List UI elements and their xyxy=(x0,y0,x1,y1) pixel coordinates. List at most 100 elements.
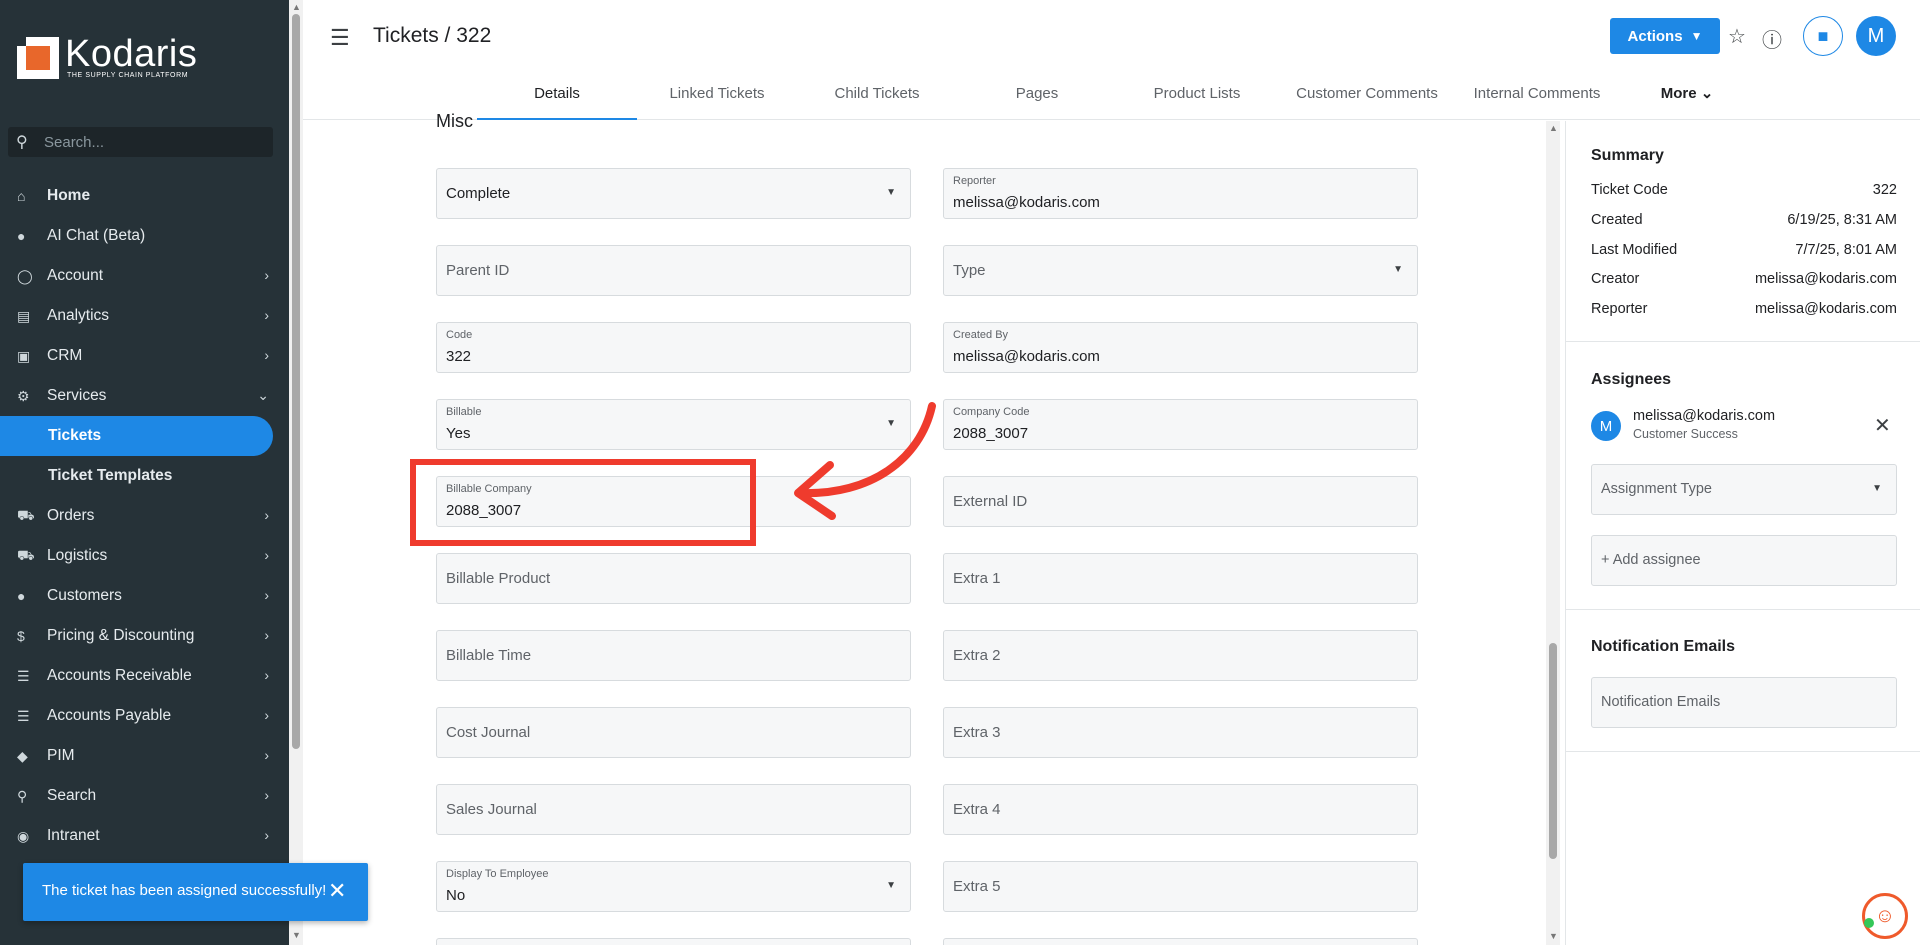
extra-2-field[interactable]: Extra 2 xyxy=(943,630,1418,681)
field-placeholder: Assignment Type xyxy=(1601,481,1712,497)
form-scroll-thumb[interactable] xyxy=(1549,643,1557,859)
ai-bot-button[interactable]: ■ xyxy=(1803,16,1843,56)
sidebar-item-logistics[interactable]: ⛟ Logistics › xyxy=(0,536,289,576)
annotation-highlight-box xyxy=(410,459,756,546)
sidebar-item-ticket-templates[interactable]: Ticket Templates xyxy=(0,456,289,496)
field-label: Company Code xyxy=(953,406,1030,418)
type-select[interactable]: Type ▼ xyxy=(943,245,1418,296)
summary-title: Summary xyxy=(1591,147,1664,164)
tab-pages[interactable]: Pages xyxy=(957,76,1117,120)
delivery-icon: ⛟ xyxy=(17,546,35,563)
field-placeholder: Sales Journal xyxy=(446,801,537,818)
close-icon[interactable]: ✕ xyxy=(328,878,346,904)
tab-customer-comments[interactable]: Customer Comments xyxy=(1277,76,1457,120)
remove-assignee-icon[interactable]: ✕ xyxy=(1874,413,1891,438)
field-value: 322 xyxy=(446,348,472,365)
next-field-left[interactable] xyxy=(436,938,911,945)
next-field-right[interactable] xyxy=(943,938,1418,945)
sidebar-item-customers[interactable]: ● Customers › xyxy=(0,576,289,616)
sidebar-search-input[interactable] xyxy=(44,133,254,151)
help-icon[interactable]: ⓘ xyxy=(1762,24,1782,53)
sidebar-scroll-thumb[interactable] xyxy=(292,14,300,749)
sidebar-item-home[interactable]: ⌂ Home xyxy=(0,176,289,216)
chart-icon: ▤ xyxy=(17,307,31,324)
sidebar-item-accounts-payable[interactable]: ☰ Accounts Payable › xyxy=(0,696,289,736)
sidebar-item-ai-chat[interactable]: ● AI Chat (Beta) xyxy=(0,216,289,256)
cost-journal-field[interactable]: Cost Journal xyxy=(436,707,911,758)
sidebar-item-services[interactable]: ⚙ Services ⌄ xyxy=(0,376,289,416)
extra-4-field[interactable]: Extra 4 xyxy=(943,784,1418,835)
user-avatar[interactable]: M xyxy=(1856,16,1896,56)
notification-emails-field[interactable]: Notification Emails xyxy=(1591,677,1897,728)
assignees-title: Assignees xyxy=(1591,371,1672,388)
reporter-field[interactable]: Reporter melissa@kodaris.com xyxy=(943,168,1418,219)
field-value: melissa@kodaris.com xyxy=(953,194,1100,211)
kodaris-logo[interactable]: Kodaris THE SUPPLY CHAIN PLATFORM xyxy=(17,33,198,79)
status-select[interactable]: Complete ▼ xyxy=(436,168,911,219)
parent-id-field[interactable]: Parent ID xyxy=(436,245,911,296)
scroll-down-icon[interactable]: ▼ xyxy=(1549,931,1558,941)
field-placeholder: Billable Time xyxy=(446,647,532,664)
tab-linked-tickets[interactable]: Linked Tickets xyxy=(637,76,797,120)
tab-more[interactable]: More ⌄ xyxy=(1637,76,1737,120)
bank-icon: ☰ xyxy=(17,667,30,684)
chevron-right-icon: › xyxy=(264,507,269,523)
sidebar-item-account[interactable]: ◯ Account › xyxy=(0,256,289,296)
created-by-field[interactable]: Created By melissa@kodaris.com xyxy=(943,322,1418,373)
summary-key: Reporter xyxy=(1591,301,1648,317)
sidebar-item-label: Home xyxy=(47,187,91,204)
add-assignee-button[interactable]: + Add assignee xyxy=(1591,535,1897,586)
form-scrollbar[interactable]: ▲ ▼ xyxy=(1546,121,1560,945)
sidebar-item-pricing[interactable]: $ Pricing & Discounting › xyxy=(0,616,289,656)
scroll-down-icon[interactable]: ▼ xyxy=(292,930,301,940)
toast-message: The ticket has been assigned successfull… xyxy=(42,882,327,899)
sidebar-item-label: Orders xyxy=(47,507,95,524)
scroll-up-icon[interactable]: ▲ xyxy=(292,2,301,12)
summary-key: Creator xyxy=(1591,271,1640,287)
summary-key: Ticket Code xyxy=(1591,182,1668,198)
assignment-type-select[interactable]: Assignment Type ▼ xyxy=(1591,464,1897,515)
sidebar-item-tickets[interactable]: Tickets xyxy=(0,416,273,456)
tab-child-tickets[interactable]: Child Tickets xyxy=(797,76,957,120)
hamburger-menu-icon[interactable]: ☰ xyxy=(330,25,350,51)
field-placeholder: Extra 5 xyxy=(953,878,1001,895)
sidebar-scrollbar[interactable]: ▲ ▼ xyxy=(289,0,303,945)
sidebar-item-label: Account xyxy=(47,267,104,284)
summary-value: 6/19/25, 8:31 AM xyxy=(1787,212,1897,228)
code-field[interactable]: Code 322 xyxy=(436,322,911,373)
sidebar-item-label: CRM xyxy=(47,347,83,364)
billable-time-field[interactable]: Billable Time xyxy=(436,630,911,681)
sidebar-item-analytics[interactable]: ▤ Analytics › xyxy=(0,296,289,336)
billable-product-field[interactable]: Billable Product xyxy=(436,553,911,604)
field-placeholder: Billable Product xyxy=(446,570,551,587)
sidebar-item-pim[interactable]: ◆ PIM › xyxy=(0,736,289,776)
sidebar-item-search[interactable]: ⚲ Search › xyxy=(0,776,289,816)
tab-more-label: More xyxy=(1660,85,1697,102)
field-placeholder: External ID xyxy=(953,493,1028,510)
tab-internal-comments[interactable]: Internal Comments xyxy=(1457,76,1617,120)
sales-journal-field[interactable]: Sales Journal xyxy=(436,784,911,835)
tab-product-lists[interactable]: Product Lists xyxy=(1117,76,1277,120)
brand-name: Kodaris xyxy=(65,33,198,75)
star-icon[interactable]: ☆ xyxy=(1728,24,1746,49)
sidebar-item-accounts-receivable[interactable]: ☰ Accounts Receivable › xyxy=(0,656,289,696)
sidebar-item-label: AI Chat (Beta) xyxy=(47,227,146,244)
sidebar-item-crm[interactable]: ▣ CRM › xyxy=(0,336,289,376)
company-code-field[interactable]: Company Code 2088_3007 xyxy=(943,399,1418,450)
dropdown-arrow-icon: ▼ xyxy=(1393,264,1403,275)
field-placeholder: Type xyxy=(953,262,986,279)
display-to-employee-select[interactable]: Display To Employee No ▼ xyxy=(436,861,911,912)
external-id-field[interactable]: External ID xyxy=(943,476,1418,527)
sidebar-item-label: Tickets xyxy=(48,427,102,444)
sidebar-item-intranet[interactable]: ◉ Intranet › xyxy=(0,816,289,856)
tab-details[interactable]: Details xyxy=(477,76,637,120)
sidebar-item-orders[interactable]: ⛟ Orders › xyxy=(0,496,289,536)
extra-3-field[interactable]: Extra 3 xyxy=(943,707,1418,758)
chevron-right-icon: › xyxy=(264,267,269,283)
extra-1-field[interactable]: Extra 1 xyxy=(943,553,1418,604)
chat-support-icon[interactable]: ☺ xyxy=(1862,893,1908,939)
extra-5-field[interactable]: Extra 5 xyxy=(943,861,1418,912)
success-toast: The ticket has been assigned successfull… xyxy=(23,863,368,921)
actions-button[interactable]: Actions ▼ xyxy=(1610,18,1720,54)
scroll-up-icon[interactable]: ▲ xyxy=(1549,123,1558,133)
